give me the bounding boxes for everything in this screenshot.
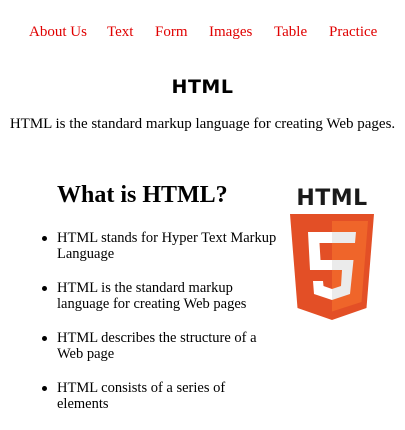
logo-wordmark: HTML	[296, 186, 368, 211]
html5-shield-icon	[290, 214, 374, 320]
top-nav: About Us Text Form Images Table Practice	[0, 24, 405, 44]
section-heading: What is HTML?	[57, 182, 228, 208]
html5-logo: HTML	[286, 186, 378, 322]
nav-link-table[interactable]: Table	[274, 24, 307, 41]
list-item: HTML stands for Hyper Text Markup Langua…	[42, 230, 277, 262]
facts-list: HTML stands for Hyper Text Markup Langua…	[42, 230, 277, 430]
nav-link-images[interactable]: Images	[209, 24, 252, 41]
list-item: HTML consists of a series of elements	[42, 380, 277, 412]
nav-link-form[interactable]: Form	[155, 24, 188, 41]
nav-link-about-us[interactable]: About Us	[29, 24, 87, 41]
page-title: HTML	[171, 76, 234, 98]
list-item: HTML is the standard markup language for…	[42, 280, 277, 312]
list-item: HTML describes the structure of a Web pa…	[42, 330, 277, 362]
nav-link-practice[interactable]: Practice	[329, 24, 377, 41]
nav-link-text[interactable]: Text	[107, 24, 133, 41]
intro-text: HTML is the standard markup language for…	[9, 116, 396, 132]
